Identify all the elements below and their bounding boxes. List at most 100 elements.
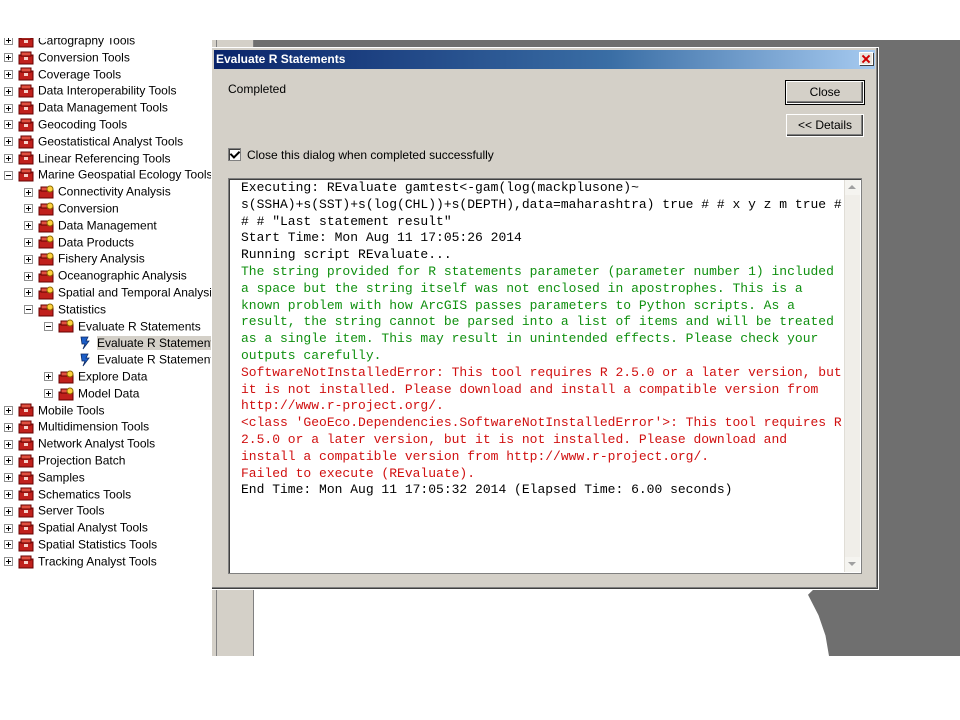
expand-plus-icon[interactable] — [24, 187, 33, 197]
tree-item-label: Network Analyst Tools — [38, 436, 156, 451]
tree-item-label: Oceanographic Analysis — [58, 268, 187, 283]
expand-plus-icon[interactable] — [24, 237, 33, 247]
tree-item[interactable]: Conversion Tools — [4, 49, 130, 66]
tree-item[interactable]: Geostatistical Analyst Tools — [4, 133, 183, 150]
tree-item[interactable]: Server Tools — [4, 502, 104, 519]
expand-plus-icon[interactable] — [24, 204, 33, 214]
log-line: Failed to execute (REvaluate). — [241, 465, 476, 481]
tree-item[interactable]: Statistics — [24, 301, 106, 318]
toolbox-icon — [18, 51, 34, 65]
expand-plus-icon[interactable] — [4, 69, 13, 79]
tree-item[interactable]: Spatial Statistics Tools — [4, 536, 157, 553]
expand-plus-icon[interactable] — [4, 405, 13, 415]
tree-item-label: Data Management — [58, 218, 157, 233]
toolbox-icon — [18, 437, 34, 451]
tree-item[interactable]: Model Data — [44, 385, 139, 402]
tree-item-label: Evaluate R Statement — [97, 352, 212, 367]
close-on-complete-checkbox[interactable] — [228, 148, 241, 162]
tree-item[interactable]: Explore Data — [44, 368, 147, 385]
tree-item[interactable]: Network Analyst Tools — [4, 435, 155, 452]
tree-item[interactable]: Conversion — [24, 200, 119, 217]
tree-item[interactable]: Spatial Analyst Tools — [4, 519, 148, 536]
expand-plus-icon[interactable] — [4, 523, 13, 533]
log-line: End Time: Mon Aug 11 17:05:32 2014 (Elap… — [241, 482, 733, 498]
close-on-complete-label: Close this dialog when completed success… — [247, 147, 494, 162]
expand-plus-icon[interactable] — [4, 540, 13, 550]
tree-item[interactable]: Data Products — [24, 234, 134, 251]
tree-item[interactable]: Geocoding Tools — [4, 116, 127, 133]
toolbox-icon — [18, 555, 34, 569]
tree-item-label: Schematics Tools — [38, 486, 132, 501]
log-line: <class 'GeoEco.Dependencies.SoftwareNotI… — [241, 415, 842, 464]
tree-item[interactable]: Data Interoperability Tools — [4, 82, 177, 99]
expand-plus-icon[interactable] — [44, 389, 53, 399]
tree-item-label: Connectivity Analysis — [58, 184, 171, 199]
tree-item[interactable]: Mobile Tools — [4, 402, 104, 419]
expand-plus-icon[interactable] — [4, 456, 13, 466]
details-button[interactable]: << Details — [786, 114, 864, 137]
tree-item[interactable]: Evaluate R Statements — [44, 318, 201, 335]
expand-plus-icon[interactable] — [4, 473, 13, 483]
tree-item[interactable]: Coverage Tools — [4, 66, 121, 83]
collapse-minus-icon[interactable] — [4, 170, 13, 180]
tree-item[interactable]: Projection Batch — [4, 452, 125, 469]
map-gray-right — [878, 40, 960, 656]
dialog-titlebar[interactable]: Evaluate R Statements — [214, 50, 875, 69]
tree-item[interactable]: Marine Geospatial Ecology Tools 0 — [4, 166, 212, 183]
collapse-minus-icon[interactable] — [44, 321, 53, 331]
scroll-down-icon[interactable] — [845, 557, 860, 572]
expand-plus-icon[interactable] — [4, 489, 13, 499]
expand-plus-icon[interactable] — [24, 288, 33, 298]
scroll-up-icon[interactable] — [845, 180, 860, 195]
tree-item[interactable]: Connectivity Analysis — [24, 183, 171, 200]
collapse-minus-icon[interactable] — [24, 305, 33, 315]
tree-item[interactable]: Cartography Tools — [4, 38, 135, 49]
close-button[interactable]: Close — [785, 80, 865, 105]
tree-item[interactable]: Fishery Analysis — [24, 250, 145, 267]
log-line: Start Time: Mon Aug 11 17:05:26 2014 — [241, 230, 522, 246]
toolbox-icon — [18, 521, 34, 535]
expand-plus-icon[interactable] — [4, 38, 13, 46]
expand-plus-icon[interactable] — [4, 103, 13, 113]
tree-item-label: Cartography Tools — [38, 38, 136, 48]
tree-item[interactable]: Evaluate R Statement — [64, 351, 212, 368]
toolset-icon — [38, 185, 54, 199]
expand-plus-icon[interactable] — [4, 86, 13, 96]
expand-plus-icon[interactable] — [4, 53, 13, 63]
tree-item-label: Conversion — [58, 201, 119, 216]
log-scrollbar[interactable] — [844, 180, 860, 572]
expand-plus-icon[interactable] — [24, 271, 33, 281]
tree-item-label: Fishery Analysis — [58, 251, 145, 266]
expand-plus-icon[interactable] — [24, 221, 33, 231]
expand-plus-icon[interactable] — [4, 137, 13, 147]
tree-item[interactable]: Data Management — [24, 217, 157, 234]
expand-plus-icon[interactable] — [4, 506, 13, 516]
toolbox-tree[interactable]: Cartography Tools Conversion Tools Coverag… — [0, 38, 212, 656]
expand-plus-icon[interactable] — [4, 120, 13, 130]
tree-item-label: Data Products — [58, 234, 135, 249]
tree-item-label: Multidimension Tools — [38, 419, 150, 434]
expand-plus-icon[interactable] — [4, 439, 13, 449]
tree-item[interactable]: Tracking Analyst Tools — [4, 553, 157, 570]
toolset-icon — [38, 252, 54, 266]
expand-plus-icon[interactable] — [44, 372, 53, 382]
expand-plus-icon[interactable] — [4, 153, 13, 163]
tree-item-label: Spatial Analyst Tools — [38, 520, 148, 535]
tree-item[interactable]: Samples — [4, 469, 85, 486]
tree-item[interactable]: Schematics Tools — [4, 486, 131, 503]
tree-item[interactable]: Oceanographic Analysis — [24, 267, 187, 284]
expand-plus-icon[interactable] — [4, 557, 13, 567]
expand-plus-icon[interactable] — [24, 254, 33, 264]
status-text: Completed — [228, 82, 287, 96]
tree-item[interactable]: Spatial and Temporal Analysis — [24, 284, 212, 301]
tree-item[interactable]: Linear Referencing Tools — [4, 150, 171, 167]
tree-item[interactable]: Data Management Tools — [4, 99, 168, 116]
message-log[interactable]: Executing: REvaluate gamtest<-gam(log(ma… — [228, 178, 862, 574]
tree-item[interactable]: Multidimension Tools — [4, 418, 149, 435]
tree-item-label: Marine Geospatial Ecology Tools 0 — [38, 167, 212, 182]
close-x-icon[interactable] — [859, 52, 873, 65]
expand-plus-icon[interactable] — [4, 422, 13, 432]
toolbox-icon — [18, 471, 34, 485]
tree-item[interactable]: Evaluate R Statement — [64, 334, 212, 351]
close-on-complete-option[interactable]: Close this dialog when completed success… — [228, 147, 494, 162]
